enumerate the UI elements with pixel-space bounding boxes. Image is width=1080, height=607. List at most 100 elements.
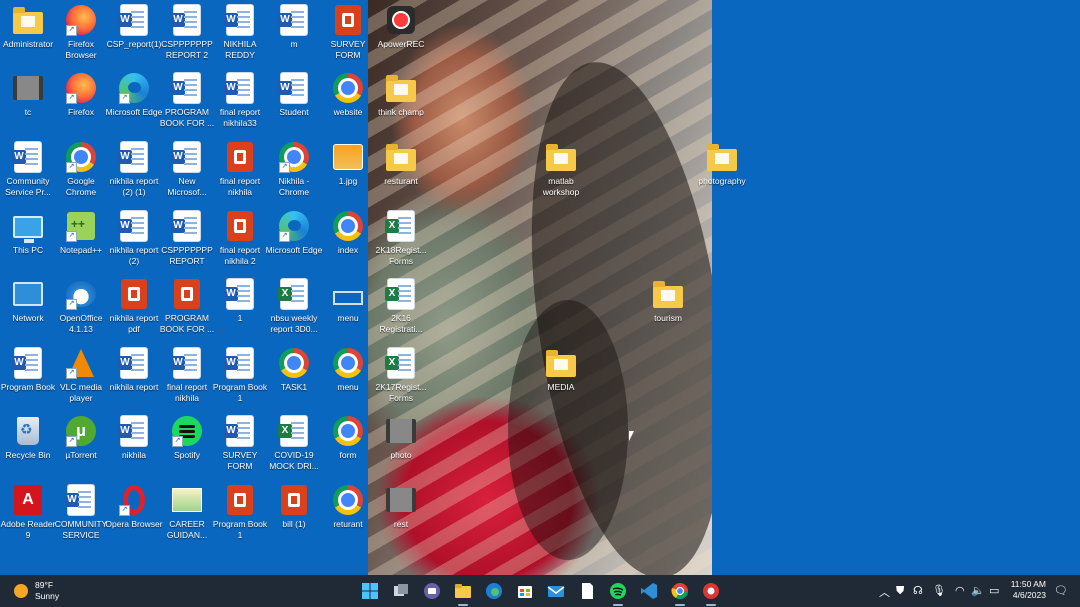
desktop-icon-nikhila-chrome[interactable]: ↗ Nikhila - Chrome [266,137,322,205]
store-icon[interactable] [515,581,535,601]
desktop-icon-final-report-nikhila[interactable]: final report nikhila [212,137,268,205]
desktop-icon-1-jpg[interactable]: 1.jpg [320,137,376,205]
volume-icon[interactable]: 🔈 [971,584,985,597]
edge-icon[interactable] [484,581,504,601]
desktop-icon-tc[interactable]: tc [0,68,56,136]
desktop-icon-index[interactable]: index [320,206,376,274]
show-hidden-icons-chevron-icon[interactable]: ︿ [879,584,890,600]
desktop-icon-photography[interactable]: photography [694,137,750,205]
desktop-icon-csppppppp-report[interactable]: W CSPPPPPPP REPORT [159,206,215,274]
desktop-icon-resturant[interactable]: resturant [373,137,429,205]
battery-icon[interactable]: ▭ [989,584,999,597]
desktop-icon-nikhila-report-pdf[interactable]: nikhila report pdf [106,274,162,342]
desktop-icon-final-report-nikhila[interactable]: Wfinal report nikhila [159,343,215,411]
desktop-icon-2k17regist-forms[interactable]: X 2K17Regist... Forms [373,343,429,411]
excel-icon: X [385,210,417,242]
desktop-icon-firefox[interactable]: ↗ Firefox [53,68,109,136]
desktop-icon-network[interactable]: Network [0,274,56,342]
desktop-icon-form[interactable]: form [320,411,376,479]
folder-icon [545,141,577,173]
firefox-icon: ↗ [65,4,97,36]
desktop-icon-media[interactable]: MEDIA [533,343,589,411]
desktop-icon-microsoft-edge[interactable]: ↗ Microsoft Edge [266,206,322,274]
desktop-icon-nbsu-weekly-report-3d0[interactable]: Xnbsu weekly report 3D0... [266,274,322,342]
desktop-icon-openoffice-4-1-13[interactable]: ↗ OpenOffice 4.1.13 [53,274,109,342]
desktop-icon-returant[interactable]: returant [320,480,376,548]
weather-widget[interactable]: 89°F Sunny [14,580,59,602]
desktop-icon-website[interactable]: website [320,68,376,136]
chrome-icon[interactable] [670,581,690,606]
desktop-icon-survey-form[interactable]: W SURVEY FORM [212,411,268,479]
notepad-icon[interactable] [577,581,597,601]
vscode-icon[interactable] [639,581,659,601]
desktop-icon-spotify[interactable]: ↗ Spotify [159,411,215,479]
wifi-icon[interactable]: ◠ [955,584,965,597]
desktop-icon-bill-1[interactable]: bill (1) [266,480,322,548]
mail-icon[interactable] [546,581,566,601]
desktop-icon-covid-19-mock-dri[interactable]: X COVID-19 MOCK DRI... [266,411,322,479]
desktop-icon-2k16-registrati[interactable]: X 2K16 Registrati... [373,274,429,342]
file-explorer-icon[interactable] [453,581,473,606]
desktop-icon-program-book-for[interactable]: W PROGRAM BOOK FOR ... [159,68,215,136]
desktop-icon-think-champ[interactable]: think champ [373,68,429,136]
desktop-icon-m[interactable]: Wm [266,0,322,68]
desktop-icon-student[interactable]: W Student [266,68,322,136]
desktop-icon-csp-report-1[interactable]: W CSP_report(1) [106,0,162,68]
desktop-icon-label: Notepad++ [59,245,103,255]
desktop-icon-menu[interactable]: menu [320,343,376,411]
desktop-icon-program-book-1[interactable]: Program Book 1 [212,480,268,548]
desktop-icon-program-book-for[interactable]: PROGRAM BOOK FOR ... [159,274,215,342]
security-icon[interactable]: ⛊ [896,584,904,598]
desktop-icon-program-book[interactable]: W Program Book [0,343,56,411]
desktop-icon-this-pc[interactable]: This PC [0,206,56,274]
desktop-icon-nikhila-reddy[interactable]: W NIKHILA REDDY [212,0,268,68]
desktop-icon-community-service-pr[interactable]: W COMMUNITY SERVICE PR... [53,480,109,548]
desktop-icon-csppppppp-report-2[interactable]: W CSPPPPPPP REPORT 2 [159,0,215,68]
desktop-icon-menu[interactable]: menu [320,274,376,342]
pptx-icon [332,4,364,36]
desktop-icon-vlc-media-player[interactable]: ↗ VLC media player [53,343,109,411]
apowerrec-icon[interactable] [701,581,721,606]
desktop-icon-program-book-1[interactable]: W Program Book 1 [212,343,268,411]
desktop-icon-1[interactable]: W1 [212,274,268,342]
desktop-icon-2k18regist-forms[interactable]: X 2K18Regist... Forms [373,206,429,274]
desktop-icon-community-service-pr[interactable]: W Community Service Pr... [0,137,56,205]
spotify-icon[interactable] [608,581,628,606]
desktop-icon-adobe-reader-9[interactable]: A Adobe Reader 9 [0,480,56,548]
word-icon: W [118,347,150,379]
desktop-icon-torrent[interactable]: µ ↗ µTorrent [53,411,109,479]
desktop-icon-final-report-nikhila-2[interactable]: final report nikhila 2 [212,206,268,274]
desktop-icon-recycle-bin[interactable]: Recycle Bin [0,411,56,479]
desktop-icon-google-chrome[interactable]: ↗ Google Chrome [53,137,109,205]
start-icon[interactable] [360,581,380,601]
desktop-icon-nikhila-report[interactable]: Wnikhila report [106,343,162,411]
desktop-icon-microsoft-edge[interactable]: ↗ Microsoft Edge [106,68,162,136]
desktop-icon-firefox-browser[interactable]: ↗ Firefox Browser [53,0,109,68]
desktop-icon-nikhila-report-2-1[interactable]: Wnikhila report (2) (1) [106,137,162,205]
sunny-icon [14,584,28,598]
desktop-icon-notepad[interactable]: ↗ Notepad++ [53,206,109,274]
desktop-icon-rest[interactable]: rest [373,480,429,548]
desktop-icon-nikhila[interactable]: Wnikhila [106,411,162,479]
desktop-icon-matlab-workshop[interactable]: matlab workshop [533,137,589,205]
desktop-icon-survey-form[interactable]: SURVEY FORM [320,0,376,68]
headset-icon[interactable]: ☊ [913,584,923,597]
desktop-icon-tourism[interactable]: tourism [640,274,696,342]
desktop-icon-new-microsof[interactable]: W New Microsof... [159,137,215,205]
notification-icon[interactable]: 🗨 [1054,584,1068,597]
shortcut-arrow-icon: ↗ [66,93,77,104]
task-view-icon[interactable] [391,581,411,601]
chat-icon[interactable] [422,581,442,601]
desktop-icon-apowerrec[interactable]: ApowerREC [373,0,429,68]
desktop-icon-administrator[interactable]: Administrator [0,0,56,68]
desktop-icon-final-report-nikhila33[interactable]: Wfinal report nikhila33 [212,68,268,136]
desktop-icon-opera-browser[interactable]: ↗ Opera Browser [105,480,163,548]
word-icon: W [224,347,256,379]
microphone-icon[interactable]: 🎙 [932,584,946,597]
clock[interactable]: 11:50 AM 4/6/2023 [1011,579,1046,601]
desktop-icon-task1[interactable]: TASK1 [266,343,322,411]
desktop-icon-photo[interactable]: photo [373,411,429,479]
clock-date: 4/6/2023 [1012,590,1046,600]
desktop-icon-career-guidan[interactable]: CAREER GUIDAN... [159,480,215,548]
desktop-icon-nikhila-report-2[interactable]: Wnikhila report (2) [106,206,162,274]
